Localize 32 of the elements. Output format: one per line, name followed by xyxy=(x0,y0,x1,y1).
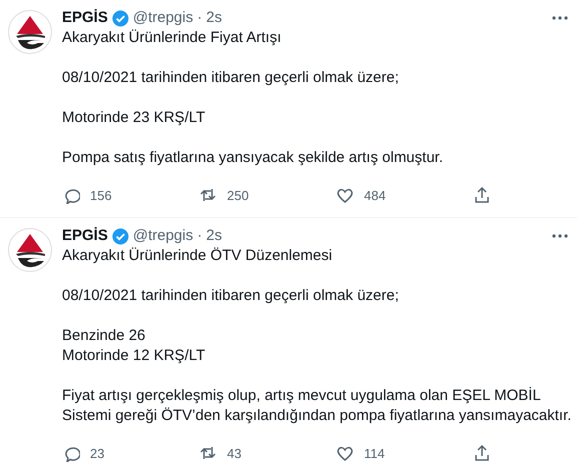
tweet-text: Fiyat artışı gerçekleşmiş olup, artış mevcut uygulama olan EŞEL MOBİL xyxy=(62,386,541,406)
author-handle[interactable]: @trepgis xyxy=(132,226,194,246)
tweet-text: Akaryakıt Ürünlerinde Fiyat Artışı xyxy=(62,28,282,48)
reply-count: 23 xyxy=(90,446,104,460)
retweet-icon[interactable] xyxy=(199,444,217,462)
tweet-text: Motorinde 12 KRŞ/LT xyxy=(62,346,206,366)
tweet-text: 08/10/2021 tarihinden itibaren geçerli olmak üzere; xyxy=(62,286,399,306)
author-handle[interactable]: @trepgis xyxy=(132,8,194,28)
tweet-text: 08/10/2021 tarihinden itibaren geçerli olmak üzere; xyxy=(62,68,399,88)
share-icon[interactable] xyxy=(473,444,491,462)
logo-icon xyxy=(8,228,52,272)
like-count: 484 xyxy=(364,188,386,202)
tweet-text: Motorinde 23 KRŞ/LT xyxy=(62,108,206,128)
tweet-time[interactable]: 2s xyxy=(206,8,222,28)
tweet-text: Sistemi gereği ÖTV’den karşılandığından pompa fiyatlarına yansımayacaktır. xyxy=(62,406,572,426)
retweet-count: 43 xyxy=(227,446,242,460)
reply-count: 156 xyxy=(90,188,112,202)
heart-icon[interactable] xyxy=(336,444,354,462)
separator-dot: · xyxy=(197,226,202,246)
like-count: 114 xyxy=(364,446,385,460)
author-name[interactable]: EPGİS xyxy=(62,226,108,246)
heart-icon[interactable] xyxy=(336,186,354,204)
tweet-time[interactable]: 2s xyxy=(206,226,222,246)
author-name[interactable]: EPGİS xyxy=(62,8,108,28)
logo-icon xyxy=(8,10,52,54)
separator-dot: · xyxy=(197,8,202,28)
retweet-icon[interactable] xyxy=(199,186,217,204)
retweet-count: 250 xyxy=(227,188,249,202)
tweet-text: Akaryakıt Ürünlerinde ÖTV Düzenlemesi xyxy=(62,246,332,266)
tweet-text: Benzinde 26 xyxy=(62,326,146,346)
share-icon[interactable] xyxy=(473,186,491,204)
tweet-text: Pompa satış fiyatlarına yansıyacak şekilde artış olmuştur. xyxy=(62,148,443,168)
